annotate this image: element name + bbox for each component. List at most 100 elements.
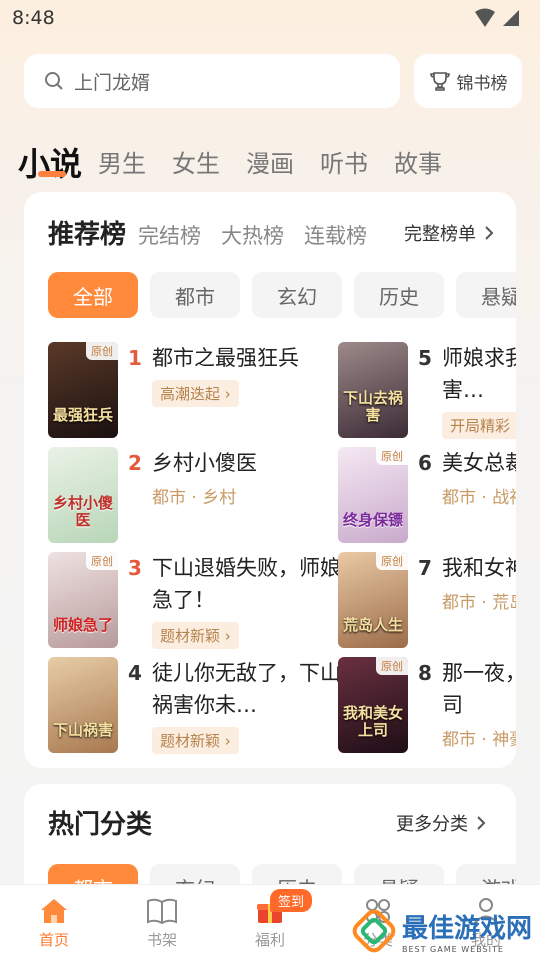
tab-novel[interactable]: 小说	[18, 144, 82, 184]
search-icon	[45, 72, 63, 90]
book-item[interactable]: 原创 最强狂兵 1 都市之最强狂兵 高潮迭起 ›	[48, 342, 352, 440]
ranking-tab-hot[interactable]: 大热榜	[221, 220, 284, 250]
ranking-header: 推荐榜 完结榜 大热榜 连载榜	[48, 214, 387, 251]
full-list-label: 完整榜单	[404, 224, 476, 245]
book-item[interactable]: 下山去祸害 5 师娘求我下山去祸害… 开局精彩 ›	[338, 342, 516, 440]
rank-number: 8	[418, 661, 432, 685]
chevron-right-icon	[477, 816, 486, 830]
chip-urban[interactable]: 都市	[150, 272, 240, 318]
trophy-icon	[429, 72, 450, 91]
book-tag: 题材新颖 ›	[152, 727, 239, 754]
book-cover: 原创 师娘急了	[48, 552, 118, 648]
original-badge: 原创	[86, 342, 118, 360]
sign-in-badge: 签到	[270, 889, 313, 912]
nav-bookshelf-label: 书架	[146, 931, 177, 949]
watermark-subtitle: BEST GAME WEBSITE	[402, 945, 504, 954]
search-input[interactable]: 上门龙婿	[24, 54, 400, 108]
cover-title: 最强狂兵	[52, 406, 113, 424]
book-title: 我和女神荒岛人生	[442, 556, 516, 580]
book-title: 徒儿你无敌了，下山祸害你未…	[152, 661, 341, 717]
tab-audio[interactable]: 听书	[320, 144, 368, 184]
wifi-icon	[475, 8, 495, 27]
book-item[interactable]: 原创 荒岛人生 7 我和女神荒岛人生 都市 · 荒岛	[338, 552, 516, 650]
rank-number: 2	[128, 451, 142, 475]
book-item[interactable]: 原创 师娘急了 3 下山退婚失败，师娘急了！ 题材新颖 ›	[48, 552, 352, 650]
book-title: 美女总裁的贴身保镖	[442, 451, 516, 475]
rank-number: 4	[128, 661, 142, 685]
nav-welfare-label: 福利	[254, 931, 285, 949]
nav-home-label: 首页	[38, 931, 69, 949]
chip-fantasy[interactable]: 玄幻	[252, 272, 342, 318]
cover-title: 下山去祸害	[342, 389, 403, 424]
book-cover: 乡村小傻医	[48, 447, 118, 543]
nav-home[interactable]: 首页	[0, 885, 108, 960]
rank-number: 1	[128, 346, 142, 370]
ranking-tab-finished[interactable]: 完结榜	[138, 220, 201, 250]
cover-title: 师娘急了	[52, 616, 113, 634]
site-watermark: 最佳游戏网 BEST GAME WEBSITE	[352, 908, 532, 954]
hot-categories-title: 热门分类	[48, 810, 153, 840]
chip-history[interactable]: 历史	[354, 272, 444, 318]
original-badge: 原创	[86, 552, 118, 570]
book-item[interactable]: 原创 我和美女上司 8 那一夜，我和美女上司 都市 · 神豪	[338, 657, 516, 755]
more-categories-label: 更多分类	[396, 814, 468, 835]
status-time: 8:48	[12, 7, 55, 29]
active-tab-indicator	[38, 171, 66, 177]
rank-number: 7	[418, 556, 432, 580]
search-placeholder: 上门龙婿	[74, 71, 151, 94]
watermark-logo-icon	[352, 909, 396, 953]
status-bar: 8:48	[0, 0, 540, 38]
rank-list-label: 锦书榜	[456, 73, 508, 94]
ranking-card: 推荐榜 完结榜 大热榜 连载榜 完整榜单 全部 都市 玄幻 历史 悬疑 原创 最…	[24, 192, 516, 768]
original-badge: 原创	[376, 552, 408, 570]
book-cover: 原创 我和美女上司	[338, 657, 408, 753]
watermark-title: 最佳游戏网	[402, 914, 533, 944]
book-cover: 下山去祸害	[338, 342, 408, 438]
signal-icon	[503, 10, 519, 26]
tab-story[interactable]: 故事	[394, 144, 442, 184]
cover-title: 下山祸害	[52, 721, 113, 739]
more-categories-link[interactable]: 更多分类	[396, 810, 486, 836]
rank-number: 6	[418, 451, 432, 475]
tab-comic[interactable]: 漫画	[246, 144, 294, 184]
chip-suspense[interactable]: 悬疑	[456, 272, 516, 318]
nav-bookshelf[interactable]: 书架	[108, 885, 216, 960]
nav-welfare[interactable]: 福利 签到	[216, 885, 324, 960]
tab-male[interactable]: 男生	[98, 144, 146, 184]
book-item[interactable]: 原创 终身保镖 6 美女总裁的贴身保镖 都市 · 战神	[338, 447, 516, 545]
book-meta: 都市 · 神豪	[442, 730, 516, 750]
book-item[interactable]: 下山祸害 4 徒儿你无敌了，下山祸害你未… 题材新颖 ›	[48, 657, 352, 755]
book-title: 乡村小傻医	[152, 451, 257, 475]
ranking-title: 推荐榜	[48, 220, 127, 250]
book-meta: 都市 · 乡村	[152, 488, 237, 508]
tab-female[interactable]: 女生	[172, 144, 220, 184]
chevron-right-icon	[485, 226, 494, 240]
book-tag: 题材新颖 ›	[152, 622, 239, 649]
book-cover: 下山祸害	[48, 657, 118, 753]
rank-number: 5	[418, 346, 432, 370]
cover-title: 我和美女上司	[342, 704, 403, 739]
channel-tabs: 小说 男生 女生 漫画 听书 故事	[18, 124, 468, 184]
chip-all[interactable]: 全部	[48, 272, 138, 318]
ranking-filter-chips: 全部 都市 玄幻 历史 悬疑	[48, 272, 516, 318]
book-tag: 高潮迭起 ›	[152, 380, 239, 407]
book-title: 师娘求我下山去祸害…	[442, 346, 516, 402]
ranking-tab-serial[interactable]: 连载榜	[304, 220, 367, 250]
book-item[interactable]: 乡村小傻医 2 乡村小傻医 都市 · 乡村	[48, 447, 352, 545]
status-icons	[474, 8, 520, 28]
cover-title: 终身保镖	[342, 511, 403, 529]
book-meta: 都市 · 荒岛	[442, 593, 516, 613]
rank-list-button[interactable]: 锦书榜	[414, 54, 522, 108]
book-meta: 都市 · 战神	[442, 488, 516, 508]
cover-title: 荒岛人生	[342, 616, 403, 634]
book-cover: 原创 最强狂兵	[48, 342, 118, 438]
original-badge: 原创	[376, 447, 408, 465]
book-title: 下山退婚失败，师娘急了！	[152, 556, 341, 612]
book-title: 那一夜，我和美女上司	[442, 661, 516, 717]
book-cover: 原创 终身保镖	[338, 447, 408, 543]
book-title: 都市之最强狂兵	[152, 346, 299, 370]
cover-title: 乡村小傻医	[52, 494, 113, 529]
rank-number: 3	[128, 556, 142, 580]
full-list-link[interactable]: 完整榜单	[404, 220, 494, 246]
book-icon	[147, 898, 177, 925]
